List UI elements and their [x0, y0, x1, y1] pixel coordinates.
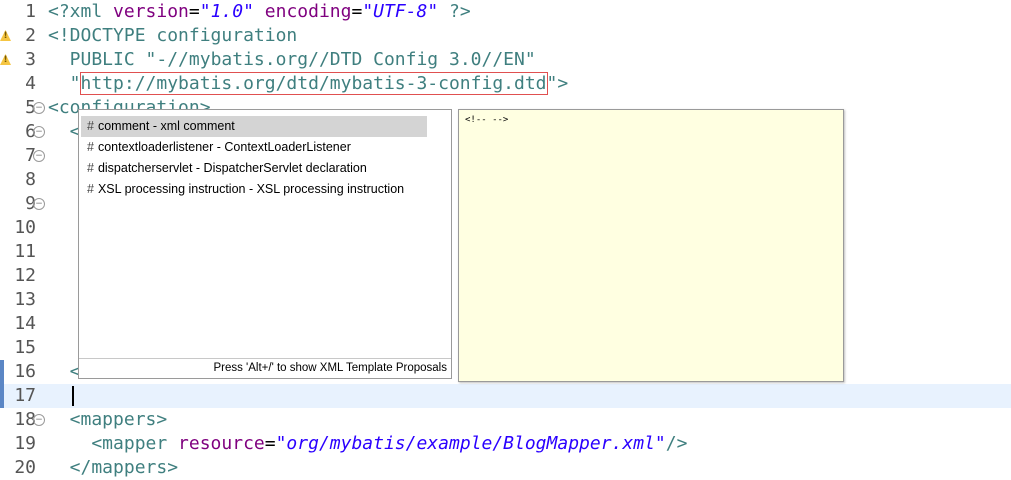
- line-number: 16: [14, 361, 36, 382]
- quick-diff-marker: [0, 360, 4, 384]
- code-token: ": [48, 73, 81, 94]
- editor-line-20[interactable]: 20 </mappers>: [0, 456, 1011, 480]
- quick-diff-marker: [0, 384, 4, 408]
- proposal-item[interactable]: # XSL processing instruction - XSL proces…: [81, 179, 427, 200]
- line-number: 11: [14, 241, 36, 262]
- code-text[interactable]: <: [48, 120, 81, 144]
- code-token: version: [113, 1, 189, 22]
- proposal-label: comment - xml comment: [97, 119, 235, 133]
- fold-toggle-icon[interactable]: −: [33, 150, 45, 162]
- line-number: 4: [25, 73, 36, 94]
- editor-line-18[interactable]: 18− <mappers>: [0, 408, 1011, 432]
- template-proposal-icon: #: [87, 140, 94, 154]
- code-text[interactable]: <mapper resource="org/mybatis/example/Bl…: [48, 432, 687, 456]
- code-token: />: [665, 433, 688, 454]
- code-token: =: [264, 433, 276, 454]
- code-text[interactable]: "http://mybatis.org/dtd/mybatis-3-config…: [48, 72, 568, 96]
- code-token: =: [351, 1, 363, 22]
- code-token: resource: [178, 433, 265, 454]
- code-text[interactable]: <!DOCTYPE configuration: [48, 24, 297, 48]
- code-token: <mappers>: [48, 409, 168, 430]
- code-token: <: [48, 121, 81, 142]
- code-token: </mappers>: [48, 457, 179, 478]
- line-number: 15: [14, 337, 36, 358]
- code-token: encoding: [264, 1, 352, 22]
- template-proposal-icon: #: [87, 161, 94, 175]
- line-number: 2: [25, 25, 36, 46]
- code-token: <mapper: [48, 433, 179, 454]
- code-token: =: [188, 1, 200, 22]
- editor-line-17[interactable]: 17: [0, 384, 1011, 408]
- code-text[interactable]: <?xml version="1.0" encoding="UTF-8" ?>: [48, 0, 471, 24]
- template-proposal-icon: #: [87, 119, 94, 133]
- proposal-label: dispatcherservlet - DispatcherServlet de…: [97, 161, 367, 175]
- template-proposal-icon: #: [87, 182, 94, 196]
- line-number: 10: [14, 217, 36, 238]
- line-number: 14: [14, 313, 36, 334]
- line-number: 8: [25, 169, 36, 190]
- code-token: "1.0": [199, 1, 254, 22]
- proposal-label: contextloaderlistener - ContextLoaderLis…: [97, 140, 351, 154]
- line-number: 12: [14, 265, 36, 286]
- code-text[interactable]: PUBLIC "-//mybatis.org//DTD Config 3.0//…: [48, 48, 536, 72]
- editor-line-4[interactable]: 4 "http://mybatis.org/dtd/mybatis-3-conf…: [0, 72, 1011, 96]
- code-token: "UTF-8": [362, 1, 439, 22]
- code-text[interactable]: <mappers>: [48, 408, 168, 432]
- proposal-item[interactable]: # dispatcherservlet - DispatcherServlet d…: [81, 158, 427, 179]
- line-number: 20: [14, 457, 36, 478]
- fold-toggle-icon[interactable]: −: [33, 198, 45, 210]
- fold-toggle-icon[interactable]: −: [33, 126, 45, 138]
- code-token: "-//mybatis.org//DTD Config 3.0//EN": [145, 49, 536, 70]
- code-token: ?>: [438, 1, 471, 22]
- editor-line-1[interactable]: 1 <?xml version="1.0" encoding="UTF-8" ?>: [0, 0, 1011, 24]
- warning-icon[interactable]: !: [0, 54, 11, 65]
- proposal-documentation-popup: <!-- -->: [458, 109, 844, 382]
- line-number: 3: [25, 49, 36, 70]
- code-token: <?xml: [48, 1, 114, 22]
- line-number: 1: [25, 1, 36, 22]
- line-number: 19: [14, 433, 36, 454]
- line-number: 17: [14, 385, 36, 406]
- code-text[interactable]: </mappers>: [48, 456, 178, 480]
- editor-line-2[interactable]: ! 2 <!DOCTYPE configuration: [0, 24, 1011, 48]
- proposal-item[interactable]: # comment - xml comment: [81, 116, 427, 137]
- editor-line-19[interactable]: 19 <mapper resource="org/mybatis/example…: [0, 432, 1011, 456]
- dtd-url-link[interactable]: http://mybatis.org/dtd/mybatis-3-config.…: [79, 72, 548, 95]
- documentation-text: <!-- -->: [465, 115, 509, 125]
- code-token: PUBLIC: [48, 49, 146, 70]
- editor-line-3[interactable]: ! 3 PUBLIC "-//mybatis.org//DTD Config 3.…: [0, 48, 1011, 72]
- content-assist-popup[interactable]: # comment - xml comment # contextloaderlist…: [78, 109, 452, 379]
- fold-toggle-icon[interactable]: −: [33, 102, 45, 114]
- proposal-item[interactable]: # contextloaderlistener - ContextLoaderLi…: [81, 137, 427, 158]
- line-number: 13: [14, 289, 36, 310]
- text-caret: [72, 386, 74, 406]
- proposal-list[interactable]: # comment - xml comment # contextloaderlist…: [81, 116, 427, 200]
- template-proposals-hint: Press 'Alt+/' to show XML Template Propo…: [79, 358, 451, 378]
- warning-icon[interactable]: !: [0, 30, 11, 41]
- proposal-label: XSL processing instruction - XSL process…: [97, 182, 405, 196]
- code-token: "org/mybatis/example/BlogMapper.xml": [275, 433, 666, 454]
- code-token: <!DOCTYPE configuration: [48, 25, 298, 46]
- fold-toggle-icon[interactable]: −: [33, 414, 45, 426]
- code-token: ">: [546, 73, 569, 94]
